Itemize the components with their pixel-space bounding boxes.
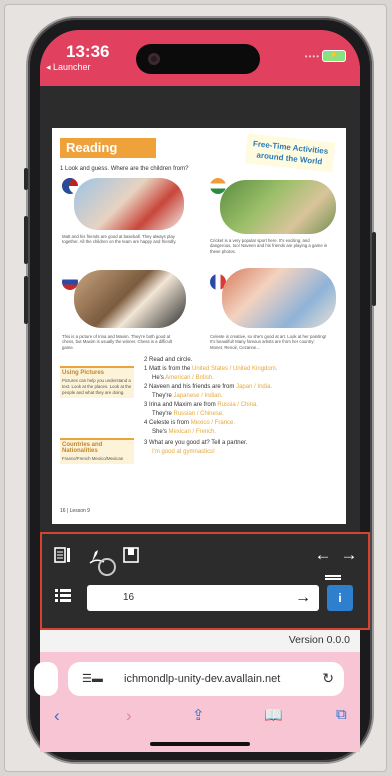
power-button [372,232,376,306]
task-3: 3 What are you good at? Tell a partner. [144,440,248,446]
signal-icon: •••• [304,52,320,61]
home-indicator [150,742,250,746]
tip-box-body: Pictures can help you understand a text.… [62,378,132,395]
volume-down-button [24,276,28,324]
reload-icon[interactable]: ↻ [322,670,334,687]
status-time: 13:36 [66,42,110,61]
exercise-line: He's American / British. [152,375,214,381]
baseball-photo [74,178,184,230]
forward-icon[interactable]: › [126,706,132,726]
page-number-input[interactable]: 16 → [87,585,319,611]
section-title: Reading [60,138,156,158]
task-3-answer: I'm good at gymnastics! [152,449,215,455]
touch-pointer [98,558,116,576]
chess-photo [74,270,186,328]
back-icon[interactable]: ‹ [54,706,60,726]
toolbar-panel: ← → 16 → i [40,532,370,630]
task-1: 1 Look and guess. Where are the children… [60,166,189,172]
version-bar: Version 0.0.0 [40,630,360,652]
feature-badge: Free-Time Activities around the World [244,133,336,173]
page-number: 16 | Lesson 9 [60,508,90,514]
previous-page-icon[interactable]: ← [312,544,334,566]
cricket-photo [220,180,336,234]
tip-box-title: Using Pictures [62,370,105,376]
exercise-line: 2 Naveen and his friends are from Japan … [144,384,273,390]
mute-switch [24,168,28,190]
caption-celeste: Celeste is creative, so she's good at ar… [210,334,327,350]
tabs-icon[interactable]: ⧉ [336,706,347,723]
address-bar[interactable]: ☰▬ ichmondlp-unity-dev.avallain.net ↻ [68,662,344,696]
exercise-line: 4 Celeste is from Mexico / France. [144,420,236,426]
status-bar: 13:36 ◂ Launcher •••• ⚡ [40,30,360,86]
page-view-icon[interactable] [52,544,74,566]
info-button[interactable]: i [327,585,353,611]
caption-matt: Matt and his friends are good at basebal… [62,234,177,245]
exercise-line: She's Mexican / French. [152,429,217,435]
table-of-contents-icon[interactable] [52,584,74,606]
exercise-line: 1 Matt is from the United States / Unite… [144,366,278,372]
task-2: 2 Read and circle. [144,357,193,363]
tip-box-countries: Countries and Nationalities France/Frenc… [60,438,134,464]
share-icon[interactable]: ⇪ [192,706,205,724]
safari-toolbar: ☰▬ ichmondlp-unity-dev.avallain.net ↻ ‹ … [34,652,360,752]
page-number-value: 16 [123,592,135,603]
back-to-app-link[interactable]: ◂ Launcher [46,62,91,73]
exercise-line: They're Russian / Chinese. [152,411,224,417]
battery-icon: ⚡ [322,50,346,62]
book-page: Reading Free-Time Activities around the … [52,128,346,524]
camera-icon [148,53,160,65]
reader-mode-icon[interactable]: ☰▬ [82,672,103,685]
bookmark-icon[interactable] [120,544,142,566]
bookmarks-icon[interactable]: 📖 [264,706,283,724]
exercise-2: 2 Read and circle. 1 Matt is from the Un… [144,356,277,457]
tip-box-body: France/French Mexico/Mexican [62,456,124,461]
volume-up-button [24,216,28,264]
previous-tab-stub[interactable] [34,662,58,696]
exercise-line: 3 Irina and Maxim are from Russia / Chin… [144,402,259,408]
go-to-page-arrow-icon[interactable]: → [295,589,311,607]
dynamic-island [136,44,260,74]
caption-irina: This is a picture of Irina and Maxim. Th… [62,334,173,350]
next-page-icon[interactable]: → [338,544,360,566]
painting-photo [222,268,336,328]
caption-naveen: Cricket is a very popular sport here. It… [210,238,328,254]
version-label: Version 0.0.0 [288,634,350,646]
tip-box-using-pictures: Using Pictures Pictures can help you und… [60,366,134,398]
exercise-line: They're Japanese / Indian. [152,393,223,399]
tip-box-title: Countries and Nationalities [62,442,103,454]
menu-lines-icon [325,574,341,584]
url-text: ichmondlp-unity-dev.avallain.net [124,673,281,685]
